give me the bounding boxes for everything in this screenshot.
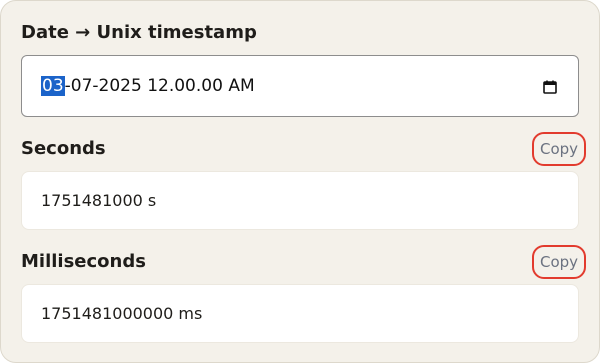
calendar-icon[interactable]: [542, 79, 558, 95]
seconds-output: 1751481000 s: [21, 171, 579, 230]
milliseconds-label: Milliseconds: [21, 251, 146, 272]
milliseconds-value: 1751481000000 ms: [41, 304, 203, 323]
copy-seconds-button[interactable]: Copy: [532, 132, 586, 166]
copy-milliseconds-button[interactable]: Copy: [532, 245, 586, 279]
milliseconds-output: 1751481000000 ms: [21, 284, 579, 343]
date-rest-segment[interactable]: -07-2025 12.00.00 AM: [65, 76, 255, 96]
date-time-input[interactable]: 03-07-2025 12.00.00 AM: [21, 55, 579, 117]
converter-title: Date → Unix timestamp: [21, 22, 257, 43]
seconds-label: Seconds: [21, 138, 106, 159]
converter-card: Date → Unix timestamp 03-07-2025 12.00.0…: [0, 0, 600, 363]
date-day-segment[interactable]: 03: [41, 76, 65, 96]
seconds-value: 1751481000 s: [41, 191, 157, 210]
date-time-value[interactable]: 03-07-2025 12.00.00 AM: [41, 76, 255, 96]
